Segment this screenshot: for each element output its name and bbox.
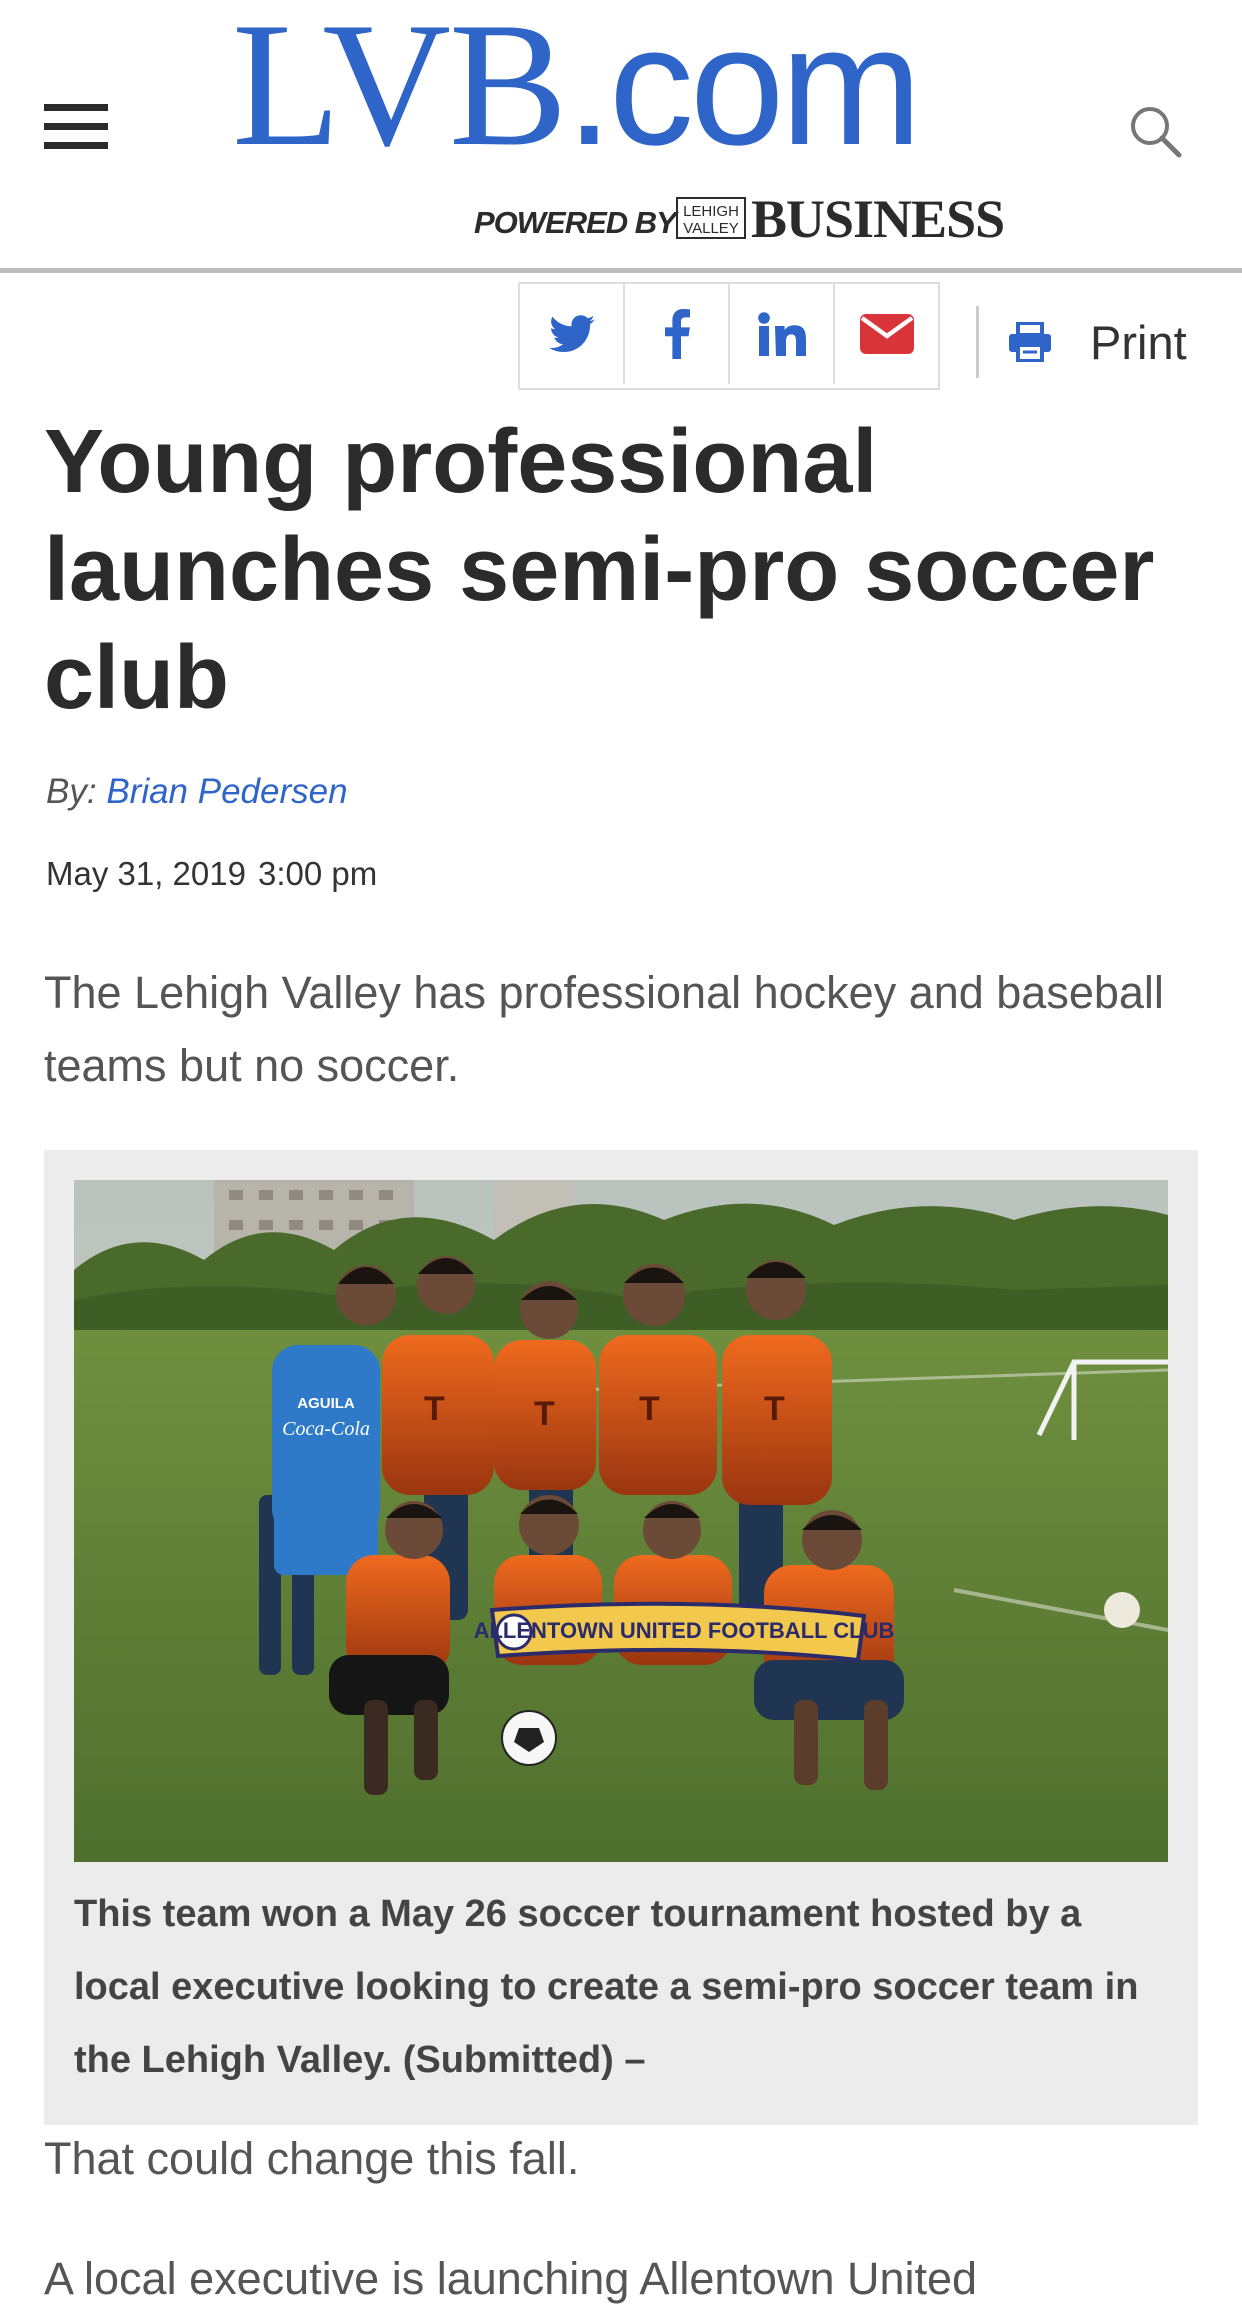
time-text: 3:00 pm	[257, 855, 378, 892]
menu-icon[interactable]	[44, 104, 108, 150]
svg-text:Coca-Cola: Coca-Cola	[282, 1418, 370, 1440]
svg-text:LEHIGH: LEHIGH	[683, 203, 739, 220]
logo-text: LVB	[232, 0, 568, 183]
photo-caption: This team won a May 26 soccer tournament…	[74, 1893, 1139, 2081]
svg-text:T: T	[534, 1395, 555, 1433]
header-divider	[0, 268, 1242, 273]
shirt-sponsor-text: AGUILA	[297, 1395, 355, 1412]
article-headline: Young professional launches semi-pro soc…	[44, 412, 1155, 728]
site-logo[interactable]: LVB.com	[232, 0, 922, 176]
printer-icon	[1009, 322, 1051, 362]
search-icon[interactable]	[1128, 104, 1184, 160]
byline: By: Brian Pedersen	[46, 772, 348, 812]
share-email-button[interactable]	[835, 284, 938, 384]
svg-text:VALLEY: VALLEY	[683, 220, 739, 237]
share-facebook-button[interactable]	[625, 284, 730, 384]
article-lead: The Lehigh Valley has professional hocke…	[44, 967, 1164, 1091]
email-icon	[859, 314, 914, 354]
date-text: May 31, 2019	[46, 855, 246, 892]
article-paragraph: That could change this fall.	[44, 2133, 580, 2184]
share-divider	[976, 306, 979, 378]
print-button[interactable]: Print	[1008, 302, 1187, 382]
logo-suffix: .com	[565, 0, 922, 181]
lehigh-valley-mark: LEHIGH VALLEY	[676, 197, 746, 239]
article-figure: AGUILA Coca-Cola T T T T ALLENTOWN UNITED F…	[44, 1150, 1198, 2125]
article-paragraph: A local executive is launching Allentown…	[44, 2253, 978, 2304]
share-twitter-button[interactable]	[520, 284, 625, 384]
svg-text:T: T	[764, 1390, 785, 1428]
share-bar	[518, 282, 940, 390]
publish-date: May 31, 2019 3:00 pm	[46, 855, 377, 893]
business-wordmark: BUSINESS	[751, 189, 1005, 249]
print-label: Print	[1090, 315, 1187, 369]
svg-text:T: T	[639, 1390, 660, 1428]
svg-text:T: T	[424, 1390, 445, 1428]
site-header: LVB.com POWERED BY LEHIGH VALLEY BUSINES…	[0, 0, 1242, 270]
powered-by-label: POWERED BY	[474, 205, 677, 240]
share-linkedin-button[interactable]	[730, 284, 835, 384]
banner-text: ALLENTOWN UNITED FOOTBALL CLUB	[474, 1618, 895, 1643]
team-photo[interactable]: AGUILA Coca-Cola T T T T ALLENTOWN UNITED F…	[74, 1180, 1168, 1862]
facebook-icon	[664, 309, 690, 359]
twitter-icon	[548, 315, 595, 353]
linkedin-icon	[757, 312, 806, 356]
author-link[interactable]: Brian Pedersen	[106, 772, 347, 811]
byline-prefix: By:	[46, 772, 97, 811]
